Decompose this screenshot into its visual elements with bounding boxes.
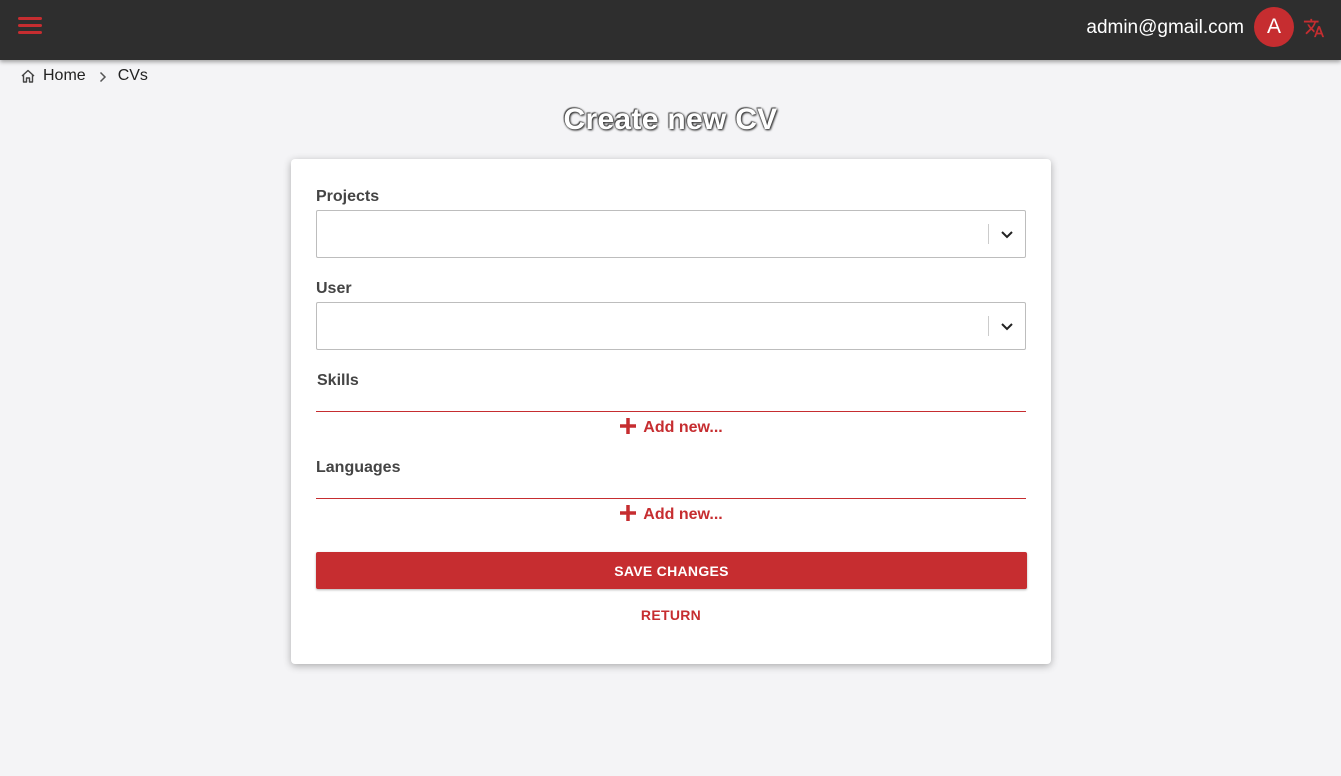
page-title: Create new CV	[563, 103, 778, 136]
chevron-down-icon[interactable]	[1000, 320, 1014, 332]
top-app-bar: admin@gmail.com A	[0, 0, 1341, 60]
translate-icon[interactable]	[1303, 17, 1325, 39]
skills-label: Skills	[317, 372, 359, 389]
plus-icon	[619, 504, 637, 522]
languages-divider	[316, 498, 1026, 499]
projects-label: Projects	[316, 188, 380, 205]
breadcrumb-home-link[interactable]: Home	[43, 67, 86, 85]
add-skill-button[interactable]: Add new...	[291, 417, 1051, 437]
save-changes-button[interactable]: SAVE CHANGES	[316, 552, 1027, 589]
user-select[interactable]	[316, 302, 1026, 350]
select-divider	[988, 224, 989, 244]
plus-icon	[619, 417, 637, 435]
hamburger-menu-icon[interactable]	[18, 17, 43, 37]
chevron-down-icon[interactable]	[1000, 228, 1014, 240]
avatar[interactable]: A	[1254, 7, 1294, 47]
add-language-label: Add new...	[643, 506, 723, 523]
add-skill-label: Add new...	[643, 419, 723, 436]
breadcrumb: Home CVs	[20, 66, 148, 86]
return-button[interactable]: RETURN	[291, 607, 1051, 623]
languages-label: Languages	[316, 459, 401, 476]
chevron-right-icon	[99, 70, 107, 83]
skills-divider	[316, 411, 1026, 412]
user-label: User	[316, 280, 352, 297]
user-email: admin@gmail.com	[1086, 17, 1244, 38]
select-divider	[988, 316, 989, 336]
home-icon[interactable]	[20, 68, 36, 84]
breadcrumb-current[interactable]: CVs	[118, 67, 148, 85]
create-cv-form: Projects User Skills Add new... Language…	[291, 159, 1051, 664]
add-language-button[interactable]: Add new...	[291, 504, 1051, 524]
projects-select[interactable]	[316, 210, 1026, 258]
